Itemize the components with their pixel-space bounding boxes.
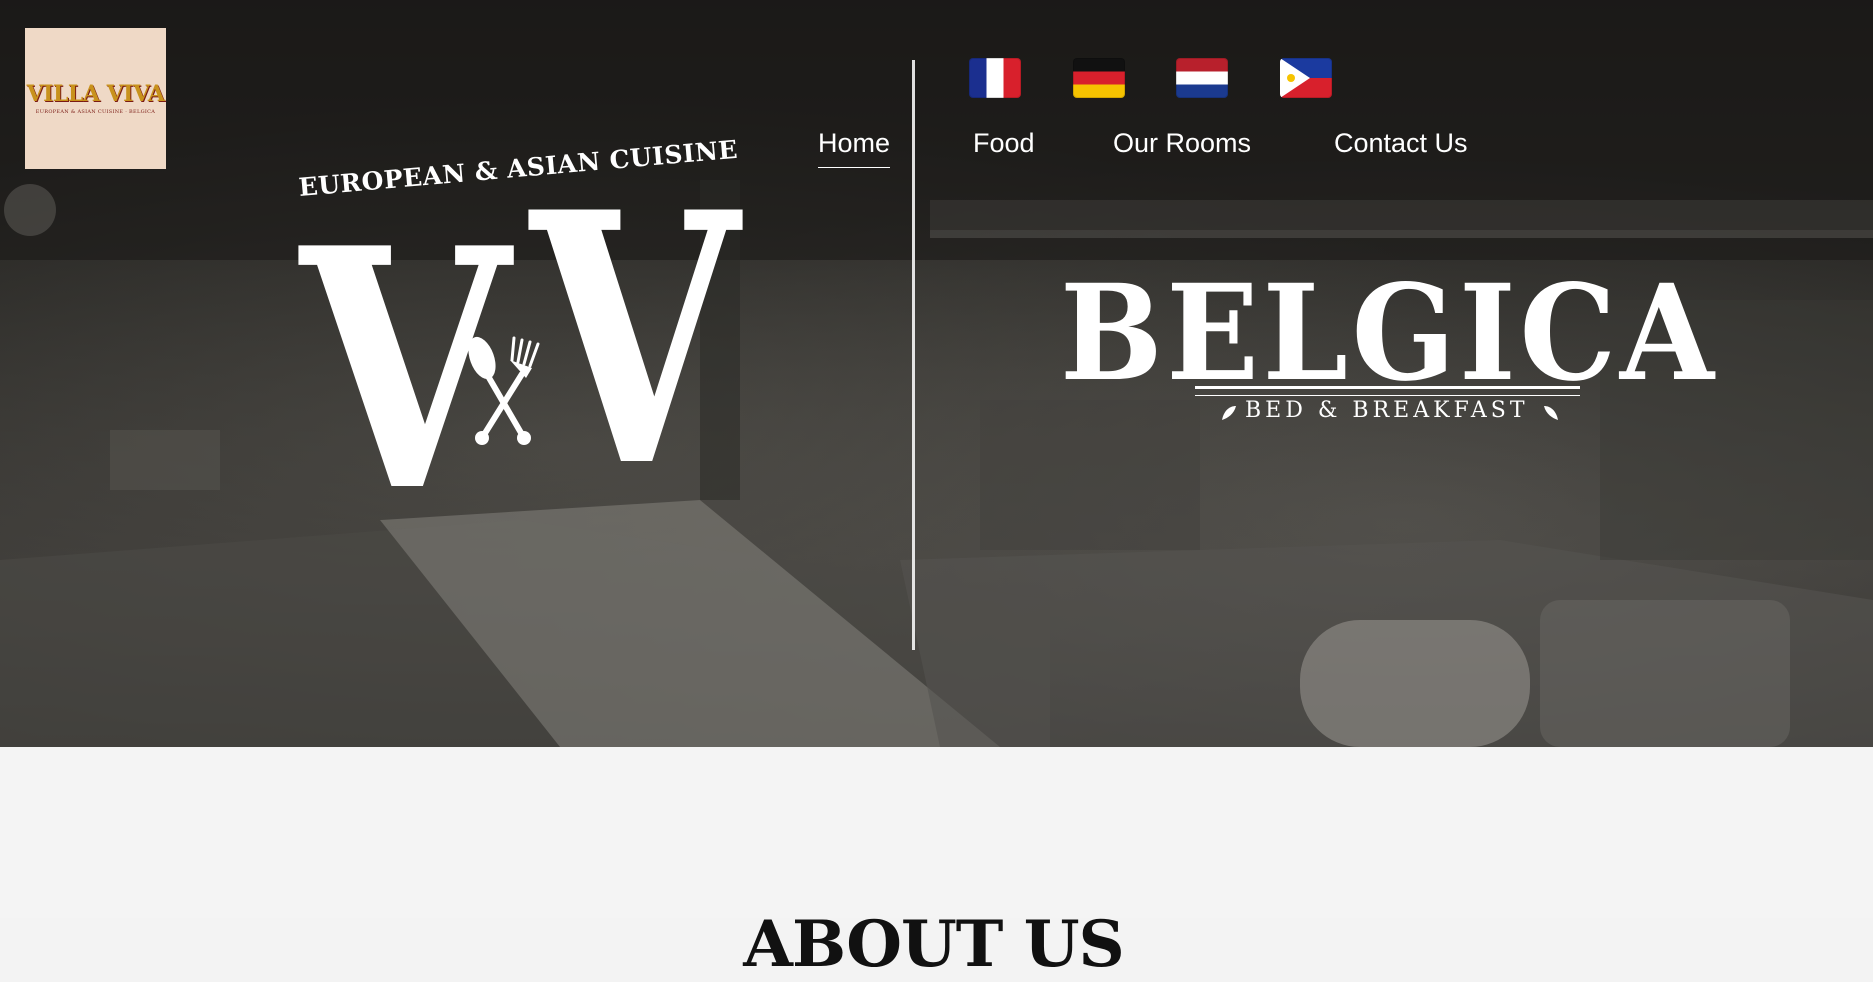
flag-netherlands-icon[interactable] — [1176, 58, 1228, 98]
monogram-right: V — [530, 138, 739, 543]
flag-france-icon[interactable] — [969, 58, 1021, 98]
about-section: ABOUT US — [0, 747, 1873, 977]
bnb-logo: BELGICA BED & BREAKFAST — [1060, 268, 1720, 428]
hero-divider — [912, 60, 915, 650]
logo-text: VILLA VIVA — [26, 80, 165, 107]
about-title: ABOUT US — [743, 907, 1124, 982]
hero-banner: VILLA VIVA EUROPEAN & ASIAN CUISINE · BE… — [0, 0, 1873, 747]
bnb-subtitle: BED & BREAKFAST — [1245, 398, 1529, 423]
site-logo[interactable]: VILLA VIVA EUROPEAN & ASIAN CUISINE · BE… — [25, 28, 166, 169]
flag-philippines-icon[interactable] — [1280, 58, 1332, 98]
leaf-icon — [1222, 406, 1236, 420]
nav-home[interactable]: Home — [818, 128, 891, 168]
nav-our-rooms[interactable]: Our Rooms — [1113, 128, 1251, 159]
leaf-icon — [1544, 406, 1558, 420]
nav-contact-us[interactable]: Contact Us — [1334, 128, 1468, 159]
logo-subtext: EUROPEAN & ASIAN CUISINE · BELGICA — [35, 108, 156, 115]
bnb-rule — [1195, 386, 1580, 396]
nav-food[interactable]: Food — [973, 128, 1035, 159]
flag-germany-icon[interactable] — [1073, 58, 1125, 98]
bnb-name: BELGICA — [1060, 256, 1718, 411]
